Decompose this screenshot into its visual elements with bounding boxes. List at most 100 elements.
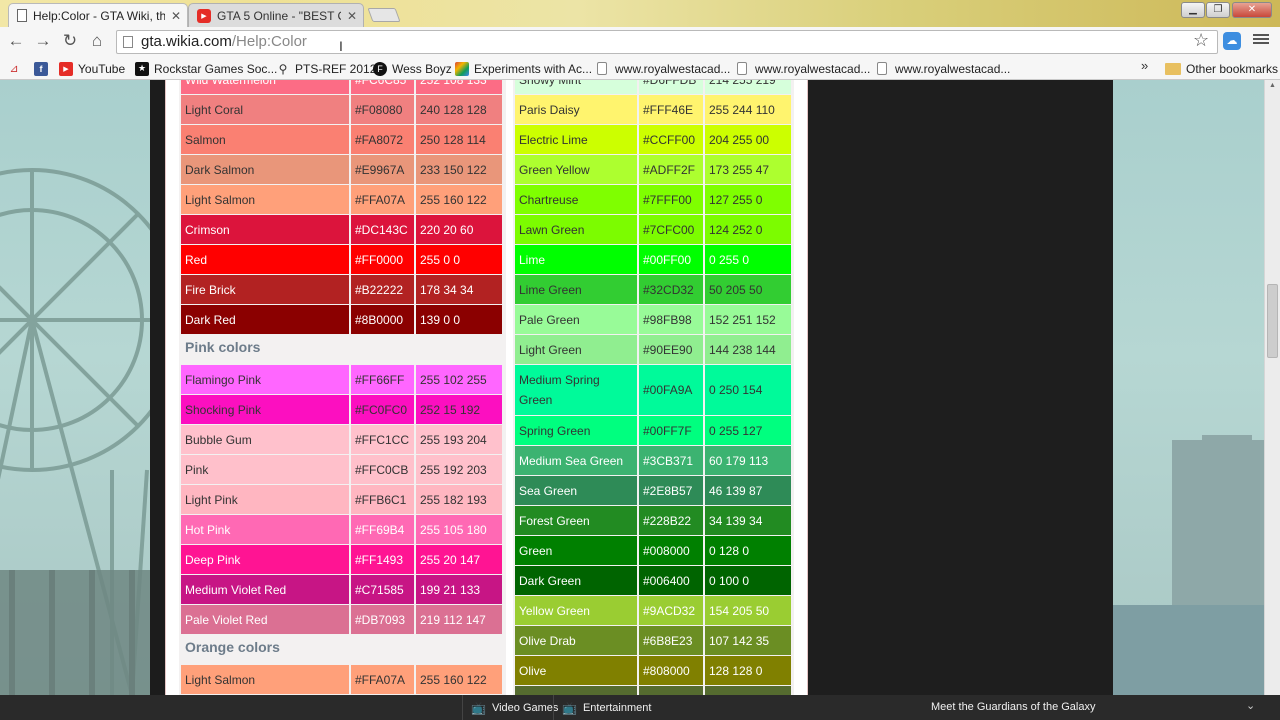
chevron-down-icon[interactable]: ⌄ xyxy=(1246,699,1255,712)
color-name-cell: Green Yellow xyxy=(515,155,637,184)
wess-icon: F xyxy=(373,61,387,76)
color-rgb-cell: 0 250 154 xyxy=(705,365,791,415)
bookmark-aw[interactable]: ⊿ xyxy=(7,60,26,77)
scroll-thumb[interactable] xyxy=(1267,284,1278,358)
color-name-cell: Olive xyxy=(515,656,637,685)
color-hex-cell: #FFC1CC xyxy=(351,425,414,454)
bookmark-rockstar[interactable]: ★ Rockstar Games Soc... xyxy=(135,60,277,77)
color-hex-cell: #FF0000 xyxy=(351,245,414,274)
tab-close-icon[interactable]: ✕ xyxy=(171,9,181,23)
bookmark-pts-ref[interactable]: ⚲ PTS-REF 2012 xyxy=(276,60,377,77)
color-rgb-cell: 127 255 0 xyxy=(705,185,791,214)
page-icon xyxy=(597,62,607,75)
home-icon[interactable]: ⌂ xyxy=(86,31,108,53)
bookmark-experiments[interactable]: Experiments with Ac... xyxy=(455,60,592,77)
color-name-cell: Hot Pink xyxy=(181,515,349,544)
forward-arrow-icon[interactable]: → xyxy=(32,31,54,53)
color-name-cell: Lawn Green xyxy=(515,215,637,244)
color-name-cell: Lime Green xyxy=(515,275,637,304)
bookmarks-overflow-chevron[interactable]: » xyxy=(1141,58,1148,73)
address-bar[interactable]: gta.wikia.com/Help:Color xyxy=(116,30,1218,54)
color-name-cell: Flamingo Pink xyxy=(181,365,349,394)
bookmark-star-icon[interactable]: ☆ xyxy=(1193,30,1209,51)
color-hex-cell: #D6FFDB xyxy=(639,80,703,94)
color-hex-cell: #FFA07A xyxy=(351,665,414,694)
bottombar-promo-link[interactable]: Meet the Guardians of the Galaxy xyxy=(931,701,1095,713)
right-dark-rail xyxy=(808,80,1113,695)
color-rgb-cell: 0 255 127 xyxy=(705,416,791,445)
color-rgb-cell: 199 21 133 xyxy=(416,575,502,604)
color-name-cell: Wild Watermelon xyxy=(181,80,349,94)
bottombar-item-label: Video Games xyxy=(491,701,559,714)
back-arrow-icon[interactable]: ← xyxy=(5,31,27,53)
reload-icon[interactable]: ↻ xyxy=(59,31,81,53)
color-rgb-cell: 139 0 0 xyxy=(416,305,502,334)
color-hex-cell: #808000 xyxy=(639,656,703,685)
page-icon xyxy=(17,9,27,22)
color-hex-cell: #FFA07A xyxy=(351,185,414,214)
bookmark-royalwest-3[interactable]: www.royalwestacad... xyxy=(877,60,1010,77)
bottombar-entertainment[interactable]: 📺 Entertainment xyxy=(553,695,659,720)
color-rgb-cell: 60 179 113 xyxy=(705,446,791,475)
color-name-cell xyxy=(515,686,637,695)
color-rgb-cell: 240 128 128 xyxy=(416,95,502,124)
color-hex-cell: #FC6C85 xyxy=(351,80,414,94)
tab-youtube[interactable]: ▶ GTA 5 Online - "BEST CAR ✕ xyxy=(188,3,364,27)
color-rgb-cell: 128 128 0 xyxy=(705,656,791,685)
tv-icon: 📺 xyxy=(562,700,577,715)
color-name-cell: Light Green xyxy=(515,335,637,364)
color-rgb-cell: 250 128 114 xyxy=(416,125,502,154)
color-name-cell: Light Pink xyxy=(181,485,349,514)
color-rgb-cell: 255 20 147 xyxy=(416,545,502,574)
bookmark-label: YouTube xyxy=(78,61,126,76)
color-hex-cell: #FF66FF xyxy=(351,365,414,394)
color-rgb-cell: 255 193 204 xyxy=(416,425,502,454)
tv-icon: 📺 xyxy=(471,700,486,715)
color-name-cell: Chartreuse xyxy=(515,185,637,214)
color-rgb-cell: 255 105 180 xyxy=(416,515,502,544)
color-name-cell: Light Salmon xyxy=(181,185,349,214)
rockstar-icon: ★ xyxy=(135,61,149,76)
color-rgb-cell: 252 108 133 xyxy=(416,80,502,94)
bookmark-youtube[interactable]: ▶ YouTube xyxy=(59,60,125,77)
other-bookmarks-label: Other bookmarks xyxy=(1186,61,1279,76)
bookmark-royalwest-1[interactable]: www.royalwestacad... xyxy=(597,60,730,77)
color-rgb-cell: 0 255 0 xyxy=(705,245,791,274)
color-hex-cell: #DB7093 xyxy=(351,605,414,634)
color-name-cell: Medium Sea Green xyxy=(515,446,637,475)
bookmark-wess-boyz[interactable]: F Wess Boyz xyxy=(373,60,452,77)
bookmark-facebook[interactable]: f xyxy=(34,60,53,77)
tab-help-color[interactable]: Help:Color - GTA Wiki, th ✕ xyxy=(8,3,188,27)
color-name-cell: Red xyxy=(181,245,349,274)
color-hex-cell: #8B0000 xyxy=(351,305,414,334)
other-bookmarks[interactable]: Other bookmarks xyxy=(1165,60,1278,77)
window-close-button[interactable]: ✕ xyxy=(1232,2,1272,18)
color-hex-cell: #C71585 xyxy=(351,575,414,604)
browser-tab-strip: Help:Color - GTA Wiki, th ✕ ▶ GTA 5 Onli… xyxy=(0,0,1280,27)
address-path: /Help:Color xyxy=(231,33,307,50)
vertical-scrollbar[interactable]: ▲ xyxy=(1264,80,1280,695)
color-hex-cell: #32CD32 xyxy=(639,275,703,304)
color-hex-cell: #9ACD32 xyxy=(639,596,703,625)
bookmark-royalwest-2[interactable]: www.royalwestacad... xyxy=(737,60,870,77)
tab-close-icon[interactable]: ✕ xyxy=(347,9,357,23)
color-rgb-cell: 34 139 34 xyxy=(705,506,791,535)
color-rgb-cell: 178 34 34 xyxy=(416,275,502,304)
color-hex-cell: #7FFF00 xyxy=(639,185,703,214)
bottombar-video-games[interactable]: 📺 Video Games xyxy=(462,695,566,720)
color-rgb-cell: 255 192 203 xyxy=(416,455,502,484)
color-hex-cell: #3CB371 xyxy=(639,446,703,475)
minimize-button[interactable]: ▁ xyxy=(1181,2,1205,18)
color-name-cell: Deep Pink xyxy=(181,545,349,574)
restore-button[interactable]: ❐ xyxy=(1206,2,1230,18)
color-name-cell: Dark Salmon xyxy=(181,155,349,184)
cloud-extension-icon[interactable]: ☁ xyxy=(1223,32,1241,50)
color-rgb-cell: 46 139 87 xyxy=(705,476,791,505)
menu-icon[interactable] xyxy=(1253,32,1269,48)
left-dark-rail xyxy=(150,80,165,695)
color-name-cell: Medium Spring Green xyxy=(515,365,637,415)
scroll-up-arrow-icon[interactable]: ▲ xyxy=(1269,82,1276,89)
new-tab-button[interactable] xyxy=(367,8,401,22)
color-rgb-cell: 219 112 147 xyxy=(416,605,502,634)
color-rgb-cell: 252 15 192 xyxy=(416,395,502,424)
